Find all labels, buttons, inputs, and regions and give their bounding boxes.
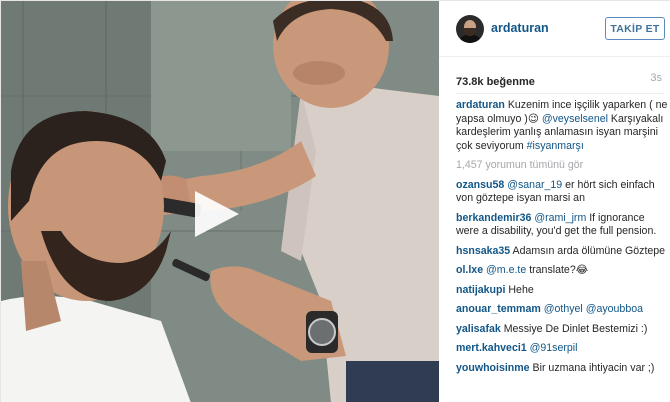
avatar[interactable]	[456, 15, 484, 43]
comment-item: ol.lxe @m.e.te translate?😂	[456, 264, 668, 278]
divider	[456, 93, 665, 94]
comment-username[interactable]: hsnsaka35	[456, 245, 510, 257]
instagram-post-window: ardaturan TAKİP ET 73.8k beğenme 3s arda…	[0, 0, 670, 402]
like-count[interactable]: 73.8k beğenme	[456, 76, 535, 88]
caption-mention[interactable]: @veyselsenel	[542, 113, 608, 125]
comment-username[interactable]: berkandemir36	[456, 212, 531, 224]
comment-username[interactable]: yalisafak	[456, 323, 501, 335]
comment-username[interactable]: anouar_temmam	[456, 303, 541, 315]
comment-item: berkandemir36 @rami_jrm If ignorance wer…	[456, 212, 668, 239]
post-header: ardaturan TAKİP ET	[439, 1, 670, 57]
comment-mention[interactable]: @91serpil	[530, 342, 578, 354]
view-all-comments-link[interactable]: 1,457 yorumun tümünü gör	[456, 159, 668, 173]
comment-username[interactable]: ozansu58	[456, 179, 504, 191]
comment-text: translate?😂	[526, 264, 589, 276]
follow-button[interactable]: TAKİP ET	[605, 17, 665, 40]
caption-username[interactable]: ardaturan	[456, 99, 505, 111]
comment-item: ozansu58 @sanar_19 er hört sich einfach …	[456, 179, 668, 206]
comment-item: youwhoisinme Bir uzmana ihtiyacin var ;)	[456, 362, 668, 376]
comment-mention[interactable]: @othyel @ayoubboa	[544, 303, 643, 315]
post-video[interactable]	[1, 1, 439, 402]
post-stats: 73.8k beğenme 3s	[456, 72, 665, 88]
caption-hashtag[interactable]: #isyanmarşı	[527, 140, 584, 152]
username-link[interactable]: ardaturan	[491, 21, 549, 35]
post-details-panel: ardaturan TAKİP ET 73.8k beğenme 3s arda…	[439, 1, 670, 402]
comment-username[interactable]: mert.kahveci1	[456, 342, 527, 354]
comment-mention[interactable]: @m.e.te	[486, 264, 526, 276]
comment-item: yalisafak Messiye De Dinlet Bestemizi :)	[456, 323, 668, 337]
comment-mention[interactable]: @sanar_19	[507, 179, 562, 191]
wink-emoji: 😉	[527, 112, 539, 125]
comment-username[interactable]: youwhoisinme	[456, 362, 530, 374]
comment-item: anouar_temmam @othyel @ayoubboa	[456, 303, 668, 317]
caption: ardaturan Kuzenim ince işçilik yaparken …	[456, 99, 668, 153]
play-icon[interactable]	[195, 191, 239, 237]
comment-username[interactable]: ol.lxe	[456, 264, 483, 276]
comment-item: hsnsaka35 Adamsın arda ölümüne Göztepe	[456, 245, 668, 259]
post-time[interactable]: 3s	[650, 72, 662, 84]
comment-text: Hehe	[508, 283, 534, 296]
comment-text: Bir uzmana ihtiyacin var ;)	[532, 361, 655, 374]
comment-text: Adamsın arda ölümüne Göztepe	[512, 244, 666, 257]
comment-mention[interactable]: @rami_jrm	[534, 212, 586, 224]
comment-item: natijakupi Hehe	[456, 284, 668, 298]
comment-list: ardaturan Kuzenim ince işçilik yaparken …	[456, 99, 668, 381]
comment-username[interactable]: natijakupi	[456, 284, 505, 296]
comment-item: mert.kahveci1 @91serpil	[456, 342, 668, 356]
comment-text: Messiye De Dinlet Bestemizi :)	[503, 322, 648, 335]
